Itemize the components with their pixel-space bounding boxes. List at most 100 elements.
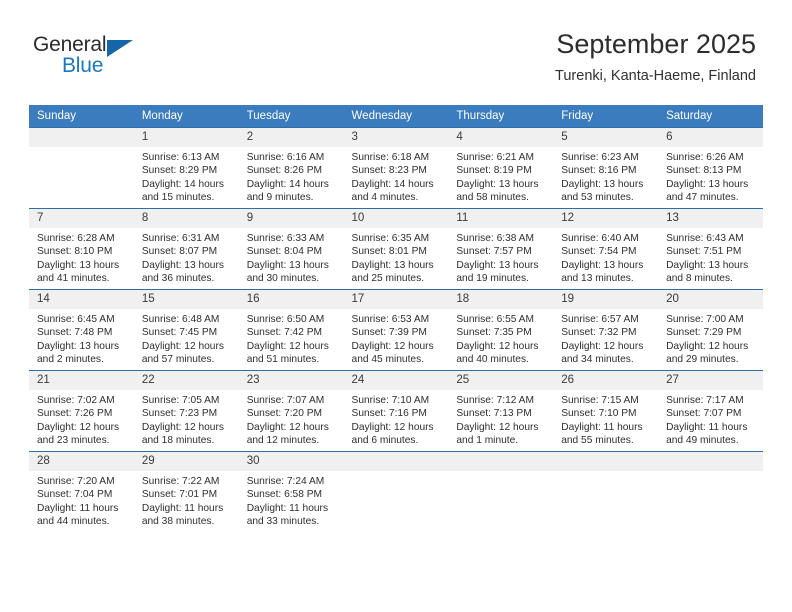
day-cell[interactable]: 27 Sunrise: 7:17 AM Sunset: 7:07 PM Dayl… bbox=[658, 370, 763, 452]
day-cell[interactable]: 24 Sunrise: 7:10 AM Sunset: 7:16 PM Dayl… bbox=[343, 370, 449, 452]
daylight-text-line2: and 29 minutes. bbox=[666, 354, 739, 366]
sunset-text: Sunset: 8:04 PM bbox=[246, 246, 323, 258]
daylight-text-line1: Daylight: 12 hours bbox=[351, 421, 434, 433]
day-number: 28 bbox=[29, 452, 134, 471]
daylight-text-line2: and 6 minutes. bbox=[351, 435, 419, 447]
day-cell[interactable]: 30 Sunrise: 7:24 AM Sunset: 6:58 PM Dayl… bbox=[238, 451, 344, 532]
sunrise-text: Sunrise: 6:35 AM bbox=[351, 233, 430, 244]
day-cell[interactable]: 22 Sunrise: 7:05 AM Sunset: 7:23 PM Dayl… bbox=[133, 370, 239, 452]
daylight-text-line1: Daylight: 13 hours bbox=[561, 259, 644, 271]
page-title: September 2025 bbox=[556, 29, 756, 59]
daylight-text-line1: Daylight: 13 hours bbox=[37, 259, 120, 271]
sunrise-text: Sunrise: 7:22 AM bbox=[141, 476, 220, 487]
daylight-text-line2: and 30 minutes. bbox=[246, 273, 320, 285]
daylight-text-line2: and 51 minutes. bbox=[246, 354, 320, 366]
day-cell[interactable]: 10 Sunrise: 6:35 AM Sunset: 8:01 PM Dayl… bbox=[343, 208, 449, 290]
sunrise-text: Sunrise: 6:45 AM bbox=[37, 314, 115, 325]
day-details: Sunrise: 7:02 AM Sunset: 7:26 PM Dayligh… bbox=[29, 390, 134, 448]
daylight-text-line1: Daylight: 12 hours bbox=[456, 340, 539, 352]
day-number: 15 bbox=[133, 290, 239, 309]
day-cell[interactable]: 13 Sunrise: 6:43 AM Sunset: 7:51 PM Dayl… bbox=[658, 208, 763, 290]
day-cell[interactable] bbox=[448, 451, 554, 532]
daylight-text-line2: and 13 minutes. bbox=[561, 273, 634, 285]
day-cell[interactable] bbox=[343, 451, 449, 532]
daylight-text-line2: and 38 minutes. bbox=[141, 516, 215, 528]
day-details: Sunrise: 6:18 AM Sunset: 8:23 PM Dayligh… bbox=[344, 147, 449, 205]
day-cell[interactable] bbox=[553, 451, 659, 532]
day-details: Sunrise: 6:31 AM Sunset: 8:07 PM Dayligh… bbox=[134, 228, 239, 286]
daylight-text-line2: and 18 minutes. bbox=[141, 435, 215, 447]
day-number: 13 bbox=[658, 209, 763, 228]
sunset-text: Sunset: 7:26 PM bbox=[37, 408, 113, 420]
daylight-text-line2: and 33 minutes. bbox=[246, 516, 320, 528]
sunrise-text: Sunrise: 7:02 AM bbox=[37, 395, 115, 406]
daylight-text-line2: and 15 minutes. bbox=[141, 192, 215, 204]
day-number: 30 bbox=[238, 452, 344, 471]
day-cell[interactable]: 9 Sunrise: 6:33 AM Sunset: 8:04 PM Dayli… bbox=[238, 208, 344, 290]
day-details: Sunrise: 6:43 AM Sunset: 7:51 PM Dayligh… bbox=[658, 228, 763, 286]
sunrise-text: Sunrise: 6:40 AM bbox=[561, 233, 639, 244]
sunrise-text: Sunrise: 7:15 AM bbox=[561, 395, 639, 406]
day-cell[interactable]: 17 Sunrise: 6:53 AM Sunset: 7:39 PM Dayl… bbox=[343, 289, 449, 371]
day-details: Sunrise: 6:33 AM Sunset: 8:04 PM Dayligh… bbox=[239, 228, 344, 286]
day-cell[interactable]: 20 Sunrise: 7:00 AM Sunset: 7:29 PM Dayl… bbox=[658, 289, 763, 371]
day-cell[interactable]: 2 Sunrise: 6:16 AM Sunset: 8:26 PM Dayli… bbox=[238, 127, 344, 209]
daylight-text-line2: and 49 minutes. bbox=[666, 435, 739, 447]
day-cell[interactable]: 14 Sunrise: 6:45 AM Sunset: 7:48 PM Dayl… bbox=[29, 289, 134, 371]
sunset-text: Sunset: 8:26 PM bbox=[246, 165, 323, 177]
weekday-header-saturday: Saturday bbox=[658, 105, 763, 128]
day-cell[interactable]: 15 Sunrise: 6:48 AM Sunset: 7:45 PM Dayl… bbox=[133, 289, 239, 371]
day-number: 6 bbox=[658, 128, 763, 147]
day-cell[interactable]: 25 Sunrise: 7:12 AM Sunset: 7:13 PM Dayl… bbox=[448, 370, 554, 452]
daylight-text-line1: Daylight: 13 hours bbox=[456, 178, 539, 190]
day-cell[interactable]: 8 Sunrise: 6:31 AM Sunset: 8:07 PM Dayli… bbox=[133, 208, 239, 290]
daylight-text-line2: and 9 minutes. bbox=[246, 192, 314, 204]
day-cell[interactable]: 26 Sunrise: 7:15 AM Sunset: 7:10 PM Dayl… bbox=[553, 370, 659, 452]
sunrise-text: Sunrise: 6:57 AM bbox=[561, 314, 639, 325]
page-header: General Blue September 2025 Turenki, Kan… bbox=[0, 0, 792, 100]
page-subtitle: Turenki, Kanta-Haeme, Finland bbox=[555, 68, 756, 84]
calendar-table: Sunday Monday Tuesday Wednesday Thursday… bbox=[29, 105, 763, 532]
daylight-text-line1: Daylight: 12 hours bbox=[561, 340, 644, 352]
day-number: 22 bbox=[133, 371, 239, 390]
sunrise-text: Sunrise: 6:13 AM bbox=[141, 152, 220, 163]
day-cell[interactable]: 23 Sunrise: 7:07 AM Sunset: 7:20 PM Dayl… bbox=[238, 370, 344, 452]
day-cell[interactable] bbox=[658, 451, 763, 532]
day-details: Sunrise: 7:12 AM Sunset: 7:13 PM Dayligh… bbox=[448, 390, 553, 448]
sunset-text: Sunset: 7:16 PM bbox=[351, 408, 427, 420]
sunset-text: Sunset: 8:29 PM bbox=[141, 165, 218, 177]
day-cell[interactable] bbox=[29, 127, 134, 209]
day-cell[interactable]: 3 Sunrise: 6:18 AM Sunset: 8:23 PM Dayli… bbox=[343, 127, 449, 209]
daylight-text-line2: and 47 minutes. bbox=[666, 192, 739, 204]
day-details: Sunrise: 6:26 AM Sunset: 8:13 PM Dayligh… bbox=[658, 147, 763, 205]
sunrise-text: Sunrise: 6:55 AM bbox=[456, 314, 534, 325]
day-number: 5 bbox=[553, 128, 659, 147]
day-cell[interactable]: 4 Sunrise: 6:21 AM Sunset: 8:19 PM Dayli… bbox=[448, 127, 554, 209]
daylight-text-line2: and 57 minutes. bbox=[141, 354, 215, 366]
day-cell[interactable]: 6 Sunrise: 6:26 AM Sunset: 8:13 PM Dayli… bbox=[658, 127, 763, 209]
sunrise-text: Sunrise: 7:20 AM bbox=[37, 476, 115, 487]
sunset-text: Sunset: 8:16 PM bbox=[561, 165, 637, 177]
sunset-text: Sunset: 8:07 PM bbox=[141, 246, 218, 258]
daylight-text-line2: and 41 minutes. bbox=[37, 273, 110, 285]
day-cell[interactable]: 28 Sunrise: 7:20 AM Sunset: 7:04 PM Dayl… bbox=[29, 451, 134, 532]
day-cell[interactable]: 12 Sunrise: 6:40 AM Sunset: 7:54 PM Dayl… bbox=[553, 208, 659, 290]
day-cell[interactable]: 21 Sunrise: 7:02 AM Sunset: 7:26 PM Dayl… bbox=[29, 370, 134, 452]
daylight-text-line2: and 4 minutes. bbox=[351, 192, 419, 204]
day-cell[interactable]: 1 Sunrise: 6:13 AM Sunset: 8:29 PM Dayli… bbox=[133, 127, 239, 209]
logo-triangle-icon bbox=[107, 40, 133, 57]
day-number bbox=[343, 452, 449, 471]
day-cell[interactable]: 11 Sunrise: 6:38 AM Sunset: 7:57 PM Dayl… bbox=[448, 208, 554, 290]
sunrise-text: Sunrise: 7:12 AM bbox=[456, 395, 534, 406]
day-number: 8 bbox=[133, 209, 239, 228]
day-cell[interactable]: 16 Sunrise: 6:50 AM Sunset: 7:42 PM Dayl… bbox=[238, 289, 344, 371]
generalblue-logo[interactable]: General Blue bbox=[33, 33, 173, 81]
day-cell[interactable]: 18 Sunrise: 6:55 AM Sunset: 7:35 PM Dayl… bbox=[448, 289, 554, 371]
day-cell[interactable]: 5 Sunrise: 6:23 AM Sunset: 8:16 PM Dayli… bbox=[553, 127, 659, 209]
sunrise-text: Sunrise: 6:28 AM bbox=[37, 233, 115, 244]
day-cell[interactable]: 19 Sunrise: 6:57 AM Sunset: 7:32 PM Dayl… bbox=[553, 289, 659, 371]
day-details: Sunrise: 7:07 AM Sunset: 7:20 PM Dayligh… bbox=[239, 390, 344, 448]
day-cell[interactable]: 29 Sunrise: 7:22 AM Sunset: 7:01 PM Dayl… bbox=[133, 451, 239, 532]
day-number: 11 bbox=[448, 209, 554, 228]
day-cell[interactable]: 7 Sunrise: 6:28 AM Sunset: 8:10 PM Dayli… bbox=[29, 208, 134, 290]
